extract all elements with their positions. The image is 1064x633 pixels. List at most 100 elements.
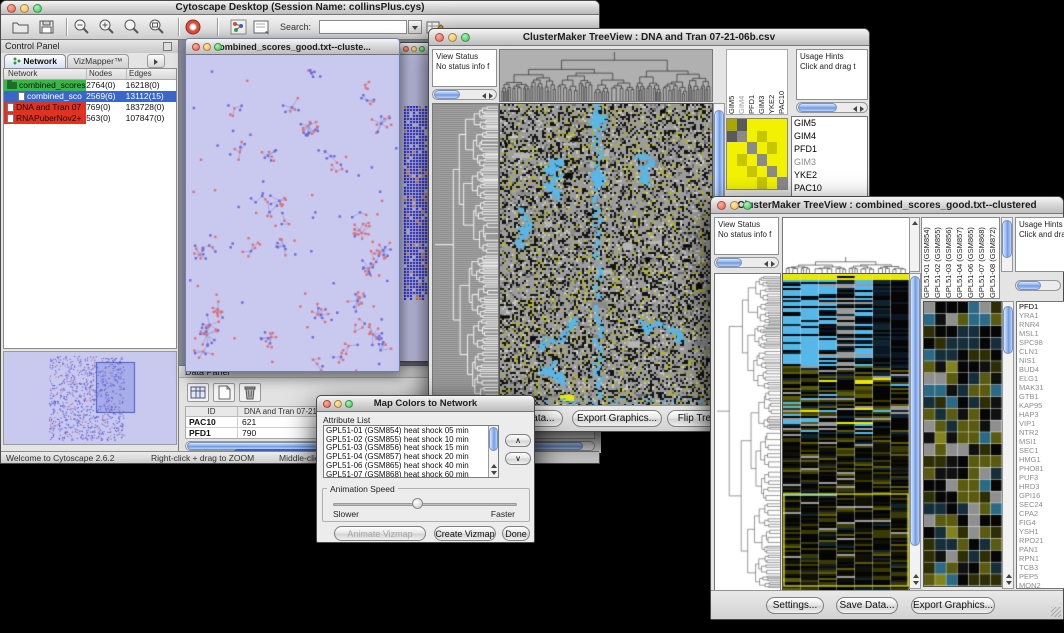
gene-label[interactable]: YKE2 — [792, 169, 867, 182]
animation-speed-slider-thumb[interactable] — [412, 498, 423, 509]
column-area-scrollbar[interactable] — [909, 217, 920, 272]
gene-label[interactable]: BUD4 — [1017, 365, 1064, 374]
annotation-icon[interactable] — [252, 18, 271, 36]
gene-label[interactable]: VIP1 — [1017, 419, 1064, 428]
heatmap-canvas[interactable] — [499, 103, 713, 406]
open-file-icon[interactable] — [11, 18, 30, 36]
close-button[interactable] — [435, 33, 444, 42]
heatmap-vscrollbar[interactable] — [909, 273, 921, 589]
column-labels-vscrollbar[interactable] — [1001, 217, 1013, 272]
zoom-selected-icon[interactable] — [147, 18, 166, 36]
dialog-title-bar[interactable]: Map Colors to Network — [317, 396, 534, 412]
network-tree-row[interactable]: RNAPuberNov2+563(0)107847(0) — [4, 113, 176, 124]
attribute-list-item[interactable]: GPL51-07 (GSM868) heat shock 60 min — [324, 471, 487, 478]
id-column-header[interactable]: ID — [186, 407, 238, 416]
dense-network-grid-canvas[interactable] — [404, 106, 430, 300]
minimize-button[interactable] — [20, 4, 29, 13]
create-vizmap-button[interactable]: Create Vizmap — [434, 526, 496, 541]
similarity-matrix[interactable] — [726, 118, 788, 190]
gene-label[interactable]: PAN1 — [1017, 545, 1064, 554]
tab-overflow-button[interactable] — [147, 54, 165, 68]
close-button[interactable] — [717, 201, 726, 210]
zoomed-heatmap-canvas[interactable] — [923, 301, 1003, 587]
gene-label[interactable]: PFD1 — [792, 143, 867, 156]
network-graph-canvas[interactable] — [186, 55, 399, 371]
close-button[interactable] — [7, 4, 16, 13]
gene-label[interactable]: HRD3 — [1017, 482, 1064, 491]
export-graphics-button[interactable]: Export Graphics... — [911, 597, 995, 614]
gene-label[interactable]: HMG1 — [1017, 455, 1064, 464]
col-header-network[interactable]: Network — [4, 69, 87, 79]
col-header-edges[interactable]: Edges — [127, 69, 176, 79]
gene-label[interactable]: KAP95 — [1017, 401, 1064, 410]
gene-label[interactable]: TCB3 — [1017, 563, 1064, 572]
col-header-nodes[interactable]: Nodes — [87, 69, 127, 79]
network-nodes-icon[interactable] — [229, 18, 248, 36]
network-overview-panel[interactable] — [3, 351, 177, 445]
attribute-listbox[interactable]: GPL51-01 (GSM854) heat shock 05 minGPL51… — [323, 425, 499, 478]
zoom-in-icon[interactable] — [97, 18, 116, 36]
search-input[interactable] — [319, 20, 407, 34]
row-dendrogram-canvas[interactable] — [714, 273, 781, 591]
export-graphics-button[interactable]: Export Graphics... — [572, 410, 662, 427]
tab-vizmapper[interactable]: VizMapper™ — [67, 54, 129, 68]
gene-label[interactable]: YRA1 — [1017, 311, 1064, 320]
attribute-select-icon[interactable] — [187, 383, 209, 402]
column-dendrogram-canvas[interactable] — [499, 49, 713, 102]
gene-label[interactable]: ELG1 — [1017, 374, 1064, 383]
gene-label[interactable]: SEC24 — [1017, 500, 1064, 509]
gene-label[interactable]: SPC98 — [1017, 338, 1064, 347]
minimize-button[interactable] — [203, 43, 211, 51]
network-tree-row[interactable]: DNA and Tran 07769(0)183728(0) — [4, 102, 176, 113]
gene-label[interactable]: SEC1 — [1017, 446, 1064, 455]
tab-network[interactable]: Network — [4, 54, 66, 68]
minimize-button[interactable] — [448, 33, 457, 42]
minimize-button[interactable] — [730, 201, 739, 210]
gene-list[interactable]: PFD1YRA1RNR4MSL1SPC98CLN1NIS1BUD4ELG1MAK… — [1016, 301, 1064, 589]
usage-hints-hscrollbar[interactable] — [1015, 280, 1061, 291]
network-tree-row[interactable]: combined_sco2569(6)13112(15) — [4, 91, 176, 102]
zoom-button[interactable] — [33, 4, 42, 13]
move-attribute-up-button[interactable]: ∧ — [505, 434, 531, 447]
gene-label[interactable]: MSI1 — [1017, 437, 1064, 446]
view-status-hscrollbar[interactable] — [432, 89, 497, 100]
treeview-combined-title-bar[interactable]: ClusterMaker TreeView : combined_scores_… — [711, 197, 1063, 214]
zoom-out-icon[interactable] — [72, 18, 91, 36]
gene-label[interactable]: RNR4 — [1017, 320, 1064, 329]
done-button[interactable]: Done — [502, 526, 530, 541]
gene-label[interactable]: GIM3 — [792, 156, 867, 169]
zoom-button[interactable] — [345, 400, 353, 408]
gene-label[interactable]: RPO21 — [1017, 536, 1064, 545]
minimize-button[interactable] — [411, 46, 417, 52]
help-lifering-icon[interactable] — [184, 18, 203, 36]
search-dropdown-button[interactable] — [408, 20, 422, 34]
delete-attribute-trash-icon[interactable] — [239, 383, 261, 402]
gene-label[interactable]: PAC10 — [792, 182, 867, 195]
zoom-fit-icon[interactable] — [122, 18, 141, 36]
gene-label[interactable]: MON2 — [1017, 581, 1064, 589]
resize-grip[interactable] — [1051, 607, 1061, 617]
gene-label[interactable]: FIG4 — [1017, 518, 1064, 527]
gene-label[interactable]: MAK31 — [1017, 383, 1064, 392]
animation-speed-slider-track[interactable] — [333, 503, 517, 506]
gene-label[interactable]: CLN1 — [1017, 347, 1064, 356]
gene-label[interactable]: NTR2 — [1017, 428, 1064, 437]
view-status-hscrollbar[interactable] — [714, 257, 779, 268]
save-data-button[interactable]: Save Data... — [836, 597, 898, 614]
gene-label[interactable]: PEP5 — [1017, 572, 1064, 581]
usage-hints-hscrollbar[interactable] — [796, 102, 868, 113]
gene-label[interactable]: GPI16 — [1017, 491, 1064, 500]
zoom-button[interactable] — [743, 201, 752, 210]
attribute-list-vscrollbar[interactable] — [488, 426, 498, 477]
gene-label[interactable]: NIS1 — [1017, 356, 1064, 365]
close-button[interactable] — [192, 43, 200, 51]
gene-label[interactable]: GTB1 — [1017, 392, 1064, 401]
gene-label[interactable]: CPA2 — [1017, 509, 1064, 518]
gene-label[interactable]: GIM5 — [792, 117, 867, 130]
row-dendrogram-canvas[interactable] — [432, 103, 499, 406]
zoom-button[interactable] — [461, 33, 470, 42]
gene-label[interactable]: RPN1 — [1017, 554, 1064, 563]
column-dendrogram-canvas[interactable] — [782, 217, 910, 274]
zoom-button[interactable] — [214, 43, 222, 51]
main-title-bar[interactable]: Cytoscape Desktop (Session Name: collins… — [1, 1, 599, 15]
